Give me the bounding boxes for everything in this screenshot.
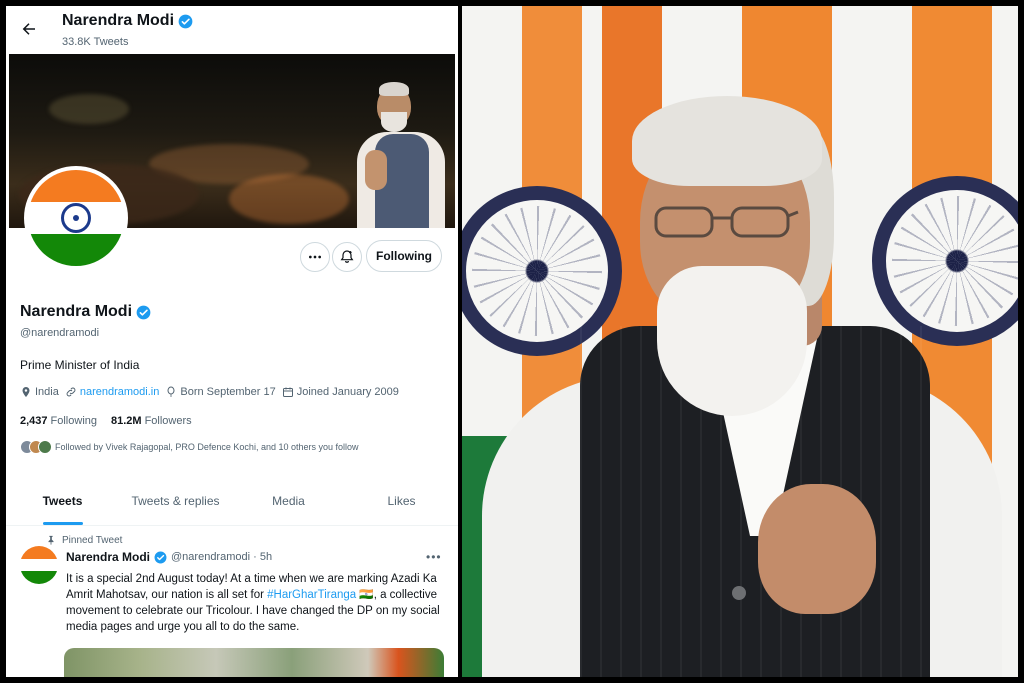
verified-badge-icon [154,551,167,563]
tab-tweets-replies[interactable]: Tweets & replies [119,476,232,525]
profile-name-text: Narendra Modi [20,303,133,320]
pinned-label: Pinned Tweet [62,534,123,546]
verified-badge-icon [136,305,151,319]
vest-button [732,586,746,600]
calendar-icon [282,387,293,397]
profile-bio: Prime Minister of India [20,358,140,372]
person-beard [657,266,807,416]
arrow-left-icon[interactable] [20,20,38,38]
more-horizontal-icon [309,255,321,259]
header-title: Narendra Modi [62,12,193,30]
glasses-icon [654,206,799,238]
follow-stats: 2,437 Following 81.2M Followers [20,415,192,427]
verified-badge-icon [178,14,193,28]
person-hair [632,96,822,186]
tweet-handle-time: @narendramodi · 5h [171,551,273,563]
website-link[interactable]: narendramodi.in [80,386,160,398]
profile-meta: India narendramodi.in Born September 17 … [20,386,399,398]
hashtag-link[interactable]: #HarGharTiranga [267,589,356,601]
birthday-text: Born September 17 [180,386,276,398]
profile-tabs: Tweets Tweets & replies Media Likes [6,476,458,526]
header-name: Narendra Modi [62,12,175,29]
tab-tweets[interactable]: Tweets [6,476,119,525]
tweet-more-button[interactable]: ••• [426,550,442,564]
followers-count: 81.2M [111,415,142,427]
profile-name: Narendra Modi [20,303,151,321]
birthday-item: Born September 17 [165,386,276,398]
ashoka-chakra-icon [61,203,91,233]
following-stat[interactable]: 2,437 Following [20,415,97,427]
following-count: 2,437 [20,415,48,427]
tweet-count: 33.8K Tweets [62,36,129,48]
tweet-text: It is a special 2nd August today! At a t… [66,571,444,635]
portrait-photo [462,6,1018,677]
followed-by[interactable]: Followed by Vivek Rajagopal, PRO Defence… [20,440,359,454]
profile-topbar: Narendra Modi 33.8K Tweets [6,6,458,54]
pinned-indicator: Pinned Tweet [46,534,122,546]
location-item: India [20,386,59,398]
following-label: Following [50,415,97,427]
profile-handle: @narendramodi [20,327,100,339]
profile-avatar[interactable] [24,166,128,270]
pin-icon [48,535,54,545]
bell-plus-icon [340,250,354,263]
tweet-avatar[interactable] [20,546,58,584]
avatar [38,440,52,454]
person-hand [758,484,876,614]
more-options-button[interactable] [300,242,330,272]
tab-media[interactable]: Media [232,476,345,525]
twitter-profile-panel: Narendra Modi 33.8K Tweets Following Nar… [6,6,458,677]
ashoka-chakra-icon [872,176,1018,346]
tab-likes[interactable]: Likes [345,476,458,525]
follower-avatars [20,440,52,454]
tweet-media-image[interactable] [64,648,444,677]
followers-stat[interactable]: 81.2M Followers [111,415,192,427]
notifications-button[interactable] [332,242,362,272]
balloon-icon [167,386,175,397]
tweet-author[interactable]: Narendra Modi [66,550,150,564]
link-icon [66,387,76,397]
tweet-header: Narendra Modi @narendramodi · 5h [66,550,272,564]
following-button[interactable]: Following [366,240,442,272]
joined-item: Joined January 2009 [282,386,399,398]
followed-by-text: Followed by Vivek Rajagopal, PRO Defence… [55,442,359,452]
location-pin-icon [22,387,30,397]
location-text: India [35,386,59,398]
followers-label: Followers [144,415,192,427]
website-item: narendramodi.in [65,386,160,398]
joined-text: Joined January 2009 [296,386,399,398]
